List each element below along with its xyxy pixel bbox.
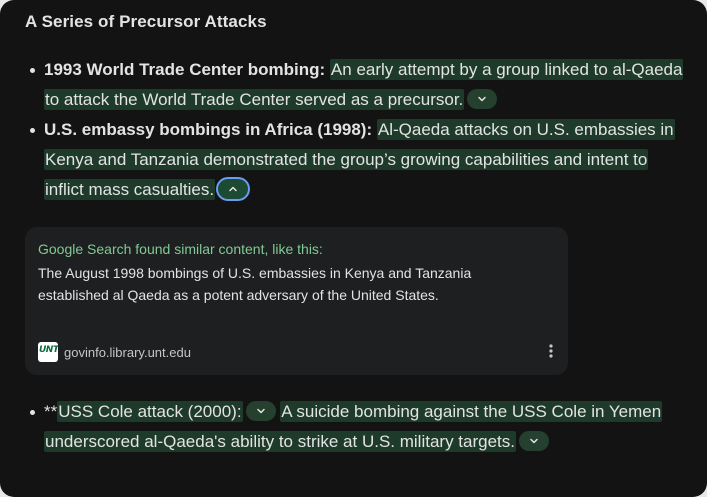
chevron-up-icon [229, 186, 237, 192]
card-heading: Google Search found similar content, lik… [38, 241, 323, 257]
source-toggle-button[interactable] [218, 179, 249, 200]
card-snippet: The August 1998 bombings of U.S. embassi… [38, 265, 472, 303]
source-toggle-button[interactable] [245, 401, 276, 422]
chevron-down-icon [478, 96, 487, 102]
highlighted-text: USS Cole attack (2000): [57, 401, 243, 422]
source-domain[interactable]: govinfo.library.unt.edu [64, 345, 191, 360]
markdown-prefix: ** [44, 402, 58, 421]
more-vert-icon[interactable] [548, 343, 554, 359]
section-title: A Series of Precursor Attacks [25, 12, 267, 31]
unt-logo-icon: UNT [38, 342, 58, 362]
favicon-text: UNT [39, 345, 58, 355]
chevron-down-icon [256, 408, 265, 414]
list-item: 1993 World Trade Center bombing: An earl… [28, 55, 688, 115]
source-link[interactable]: UNT govinfo.library.unt.edu [38, 342, 191, 362]
item-heading: 1993 World Trade Center bombing: [44, 60, 326, 79]
source-toggle-button[interactable] [519, 431, 549, 452]
attack-list: 1993 World Trade Center bombing: An earl… [28, 55, 688, 205]
similar-content-card: Google Search found similar content, lik… [25, 227, 568, 375]
attack-list-continued: **USS Cole attack (2000): A suicide bomb… [28, 397, 688, 457]
source-toggle-button[interactable] [467, 89, 498, 110]
list-item: U.S. embassy bombings in Africa (1998): … [28, 115, 688, 205]
chevron-down-icon [530, 438, 538, 444]
response-panel: A Series of Precursor Attacks 1993 World… [0, 0, 707, 497]
list-item: **USS Cole attack (2000): A suicide bomb… [28, 397, 688, 457]
item-heading: U.S. embassy bombings in Africa (1998): [44, 120, 373, 139]
